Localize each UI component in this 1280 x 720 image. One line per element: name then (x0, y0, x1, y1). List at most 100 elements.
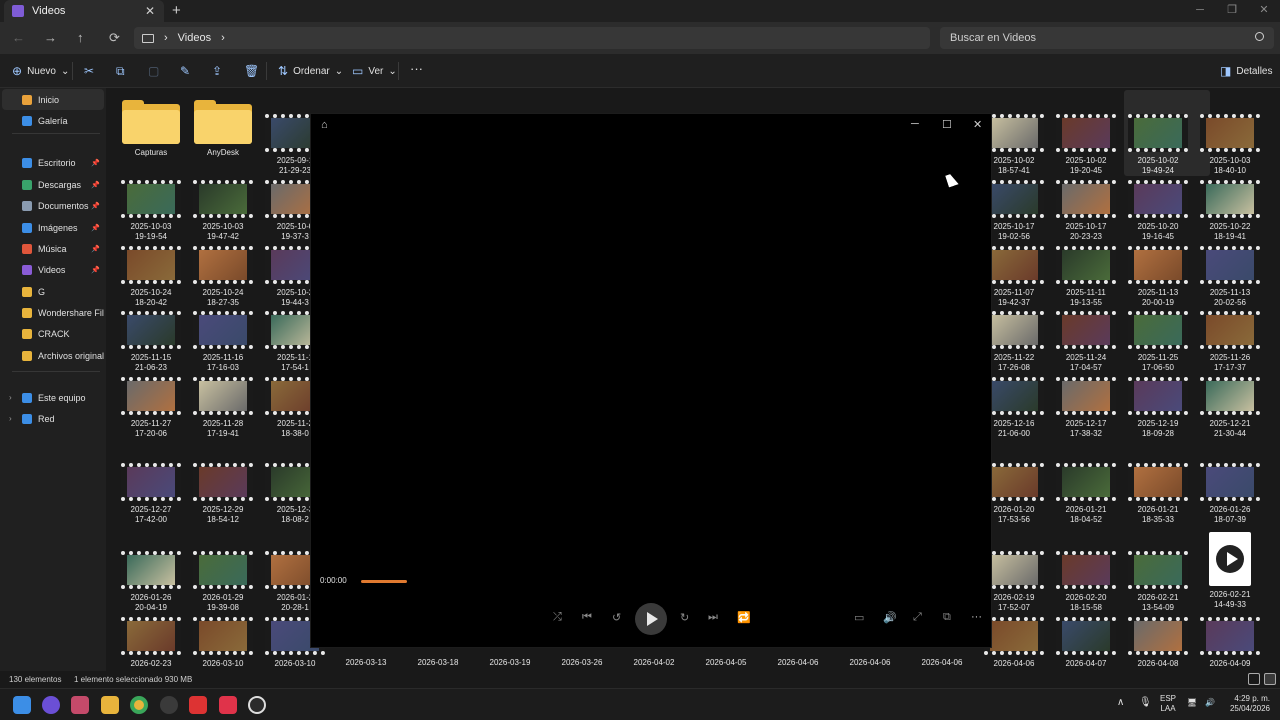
new-button[interactable]: ⊕ Nuevo ⌄ (12, 64, 69, 78)
video-file-item[interactable]: 2026-02-21 13-54-09 (1123, 551, 1193, 613)
folder-item[interactable]: AnyDesk (188, 100, 258, 158)
sidebar-item-videos[interactable]: Videos 📌 (2, 259, 104, 280)
video-file-item[interactable]: 2025-12-21 21-30-44 (1195, 377, 1265, 439)
fullscreen-icon[interactable]: ⤢ (913, 611, 922, 624)
app-icon[interactable] (160, 696, 178, 714)
file-name[interactable]: 2026-04-06 (763, 658, 833, 668)
sidebar-item-este-equipo[interactable]: › Este equipo (2, 387, 104, 408)
video-file-item[interactable]: 2025-11-25 17-06-50 (1123, 311, 1193, 373)
sidebar-item-red[interactable]: › Red (2, 408, 104, 429)
player-maximize-button[interactable]: ☐ (942, 118, 952, 131)
video-file-item[interactable]: 2026-02-20 18-15-58 (1051, 551, 1121, 613)
video-file-item[interactable]: 2025-10-20 19-16-45 (1123, 180, 1193, 242)
volume-icon[interactable]: 🔊 (1205, 698, 1215, 708)
player-minimize-button[interactable]: ─ (911, 118, 919, 130)
clock[interactable]: 4:29 p. m. 25/04/2026 (1228, 694, 1270, 714)
more-options-button[interactable]: ··· (410, 61, 423, 76)
cut-button[interactable]: ✂ (84, 64, 94, 78)
video-file-item[interactable]: 2026-01-26 20-04-19 (116, 551, 186, 613)
video-file-item[interactable]: 2025-11-28 17-19-41 (188, 377, 258, 439)
video-file-item[interactable]: 2025-11-16 17-16-03 (188, 311, 258, 373)
video-file-item[interactable]: 2025-10-22 18-19-41 (1195, 180, 1265, 242)
video-file-item[interactable]: 2025-11-13 20-02-56 (1195, 246, 1265, 308)
sort-button[interactable]: ⇅ Ordenar ⌄ (278, 64, 343, 78)
video-file-item[interactable]: 2025-11-13 20-00-19 (1123, 246, 1193, 308)
windows-start-icon[interactable] (13, 696, 31, 714)
sidebar-item-galería[interactable]: Galería (2, 110, 104, 131)
sidebar-item-música[interactable]: Música 📌 (2, 238, 104, 259)
chrome-icon[interactable] (130, 696, 148, 714)
previous-icon[interactable]: ⏮ (582, 611, 592, 624)
app-icon[interactable] (42, 696, 60, 714)
refresh-button[interactable]: ⟳ (109, 30, 120, 46)
expand-chevron-icon[interactable]: › (9, 414, 12, 423)
seek-bar[interactable] (361, 580, 941, 583)
file-name[interactable]: 2026-04-02 (619, 658, 689, 668)
video-file-item[interactable]: 2026-04-08 (1123, 617, 1193, 669)
video-file-item[interactable]: 2025-11-27 17-20-06 (116, 377, 186, 439)
sidebar-item-g[interactable]: G (2, 281, 104, 302)
copy-button[interactable]: ⧉ (116, 64, 125, 79)
video-file-item[interactable]: 2025-10-02 19-20-45 (1051, 114, 1121, 176)
folder-item[interactable]: Capturas (116, 100, 186, 158)
paste-button[interactable]: ▢ (148, 64, 159, 78)
file-name[interactable]: 2026-04-05 (691, 658, 761, 668)
file-name[interactable]: 2026-03-13 (331, 658, 401, 668)
file-name[interactable]: 2026-04-06 (835, 658, 905, 668)
video-file-item[interactable]: 2025-10-02 19-49-24 (1123, 114, 1193, 176)
video-file-item[interactable]: 2025-10-24 18-20-42 (116, 246, 186, 308)
up-button[interactable]: ↑ (77, 30, 84, 45)
home-icon[interactable]: ⌂ (321, 119, 328, 131)
next-icon[interactable]: ⏭ (708, 611, 718, 624)
shuffle-icon[interactable]: ⤮ (553, 611, 562, 624)
app-icon[interactable] (219, 696, 237, 714)
video-file-item[interactable]: 2025-10-03 19-47-42 (188, 180, 258, 242)
play-button[interactable] (635, 603, 667, 635)
expand-chevron-icon[interactable]: › (9, 393, 12, 402)
file-name[interactable]: 2026-03-19 (475, 658, 545, 668)
file-explorer-icon[interactable] (101, 696, 119, 714)
network-icon[interactable]: 🖥 (1187, 698, 1197, 708)
tray-chevron-icon[interactable]: ∧ (1117, 698, 1124, 708)
video-file-item[interactable]: 2025-11-24 17-04-57 (1051, 311, 1121, 373)
maximize-button[interactable]: ❐ (1216, 0, 1248, 20)
sidebar-item-descargas[interactable]: Descargas 📌 (2, 174, 104, 195)
video-file-item[interactable]: 2026-02-21 14-49-33 (1195, 532, 1265, 610)
file-name[interactable]: 2026-03-18 (403, 658, 473, 668)
video-file-item[interactable]: 2026-01-26 18-07-39 (1195, 463, 1265, 525)
video-file-item[interactable]: 2025-10-24 18-27-35 (188, 246, 258, 308)
video-file-item[interactable]: 2025-11-15 21-06-23 (116, 311, 186, 373)
search-input[interactable]: Buscar en Videos (940, 27, 1274, 49)
thumbnail-view-icon[interactable] (1264, 673, 1276, 685)
repeat-icon[interactable]: 🔁 (737, 611, 751, 624)
skip-forward-icon[interactable]: ↻ (680, 611, 689, 624)
tab-videos[interactable]: Videos ✕ (4, 0, 164, 22)
video-file-item[interactable]: 2025-10-03 19-19-54 (116, 180, 186, 242)
video-file-item[interactable]: 2025-10-03 18-40-10 (1195, 114, 1265, 176)
sidebar-item-archivos-originales[interactable]: Archivos originales (2, 345, 104, 366)
back-button[interactable]: ← (12, 30, 25, 45)
forward-button[interactable]: → (44, 30, 57, 45)
language-indicator[interactable]: ESP LAA (1160, 694, 1176, 714)
details-button[interactable]: ◨ Detalles (1220, 64, 1272, 78)
sidebar-item-crack[interactable]: CRACK (2, 323, 104, 344)
more-options-icon[interactable]: ··· (971, 611, 982, 623)
mini-view-icon[interactable]: ⧉ (943, 611, 951, 624)
volume-icon[interactable]: 🔊 (883, 611, 897, 624)
new-tab-button[interactable]: + (172, 2, 181, 19)
player-close-button[interactable]: ✕ (973, 118, 982, 131)
close-button[interactable]: ✕ (1248, 0, 1280, 20)
tab-close-icon[interactable]: ✕ (142, 4, 158, 18)
video-file-item[interactable]: 2025-12-27 17-42-00 (116, 463, 186, 525)
breadcrumb-videos[interactable]: Videos (178, 32, 211, 44)
breadcrumb[interactable]: › Videos › (134, 27, 930, 49)
video-file-item[interactable]: 2026-01-21 18-35-33 (1123, 463, 1193, 525)
app-icon[interactable] (189, 696, 207, 714)
video-file-item[interactable]: 2026-02-23 (116, 617, 186, 669)
video-file-item[interactable]: 2026-01-21 18-04-52 (1051, 463, 1121, 525)
microphone-icon[interactable]: 🎙 (1139, 698, 1152, 708)
sidebar-item-documentos[interactable]: Documentos 📌 (2, 195, 104, 216)
video-file-item[interactable]: 2025-11-11 19-13-55 (1051, 246, 1121, 308)
delete-button[interactable]: 🗑 (244, 64, 259, 78)
rename-button[interactable]: ✎ (180, 64, 190, 78)
